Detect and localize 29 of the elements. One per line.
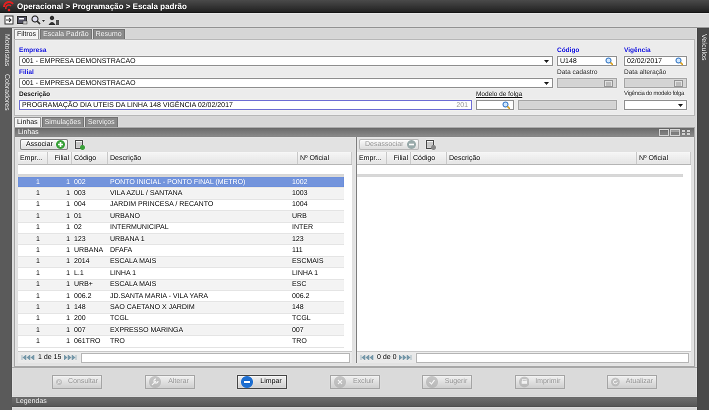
input-field[interactable]	[476, 100, 514, 110]
search-icon[interactable]	[31, 15, 45, 25]
pager-back-icon[interactable]	[360, 355, 374, 360]
card-icon[interactable]	[17, 15, 28, 25]
spreadsheet-icon[interactable]	[74, 140, 85, 150]
minus-icon	[406, 140, 416, 149]
refresh-icon	[611, 376, 620, 388]
printer-icon	[518, 376, 530, 388]
pager-back-icon[interactable]	[21, 355, 35, 360]
minus-icon	[241, 376, 253, 388]
close-icon	[334, 376, 346, 388]
dropdown-arrow-icon[interactable]	[544, 82, 549, 84]
person-icon[interactable]	[48, 15, 59, 25]
dropdown-arrow-icon[interactable]	[678, 104, 683, 106]
search-icon[interactable]	[502, 101, 510, 109]
swirl-logo-icon	[3, 1, 14, 12]
wrench-icon	[148, 376, 160, 388]
horizontal-scrollbar[interactable]	[81, 352, 350, 362]
search-icon[interactable]	[675, 57, 683, 65]
checkmark-icon	[426, 376, 438, 388]
plus-icon	[56, 140, 65, 149]
window-title: Operacional > Programação > Escala padrão	[17, 2, 187, 11]
dropdown-arrow-icon[interactable]	[544, 60, 549, 62]
horizontal-scrollbar[interactable]	[416, 352, 689, 362]
exit-icon[interactable]	[4, 15, 14, 25]
search-icon[interactable]	[605, 57, 613, 65]
window-controls-icon[interactable]	[659, 129, 691, 136]
spreadsheet-icon[interactable]	[426, 140, 436, 150]
dropdown-field[interactable]	[624, 100, 687, 110]
